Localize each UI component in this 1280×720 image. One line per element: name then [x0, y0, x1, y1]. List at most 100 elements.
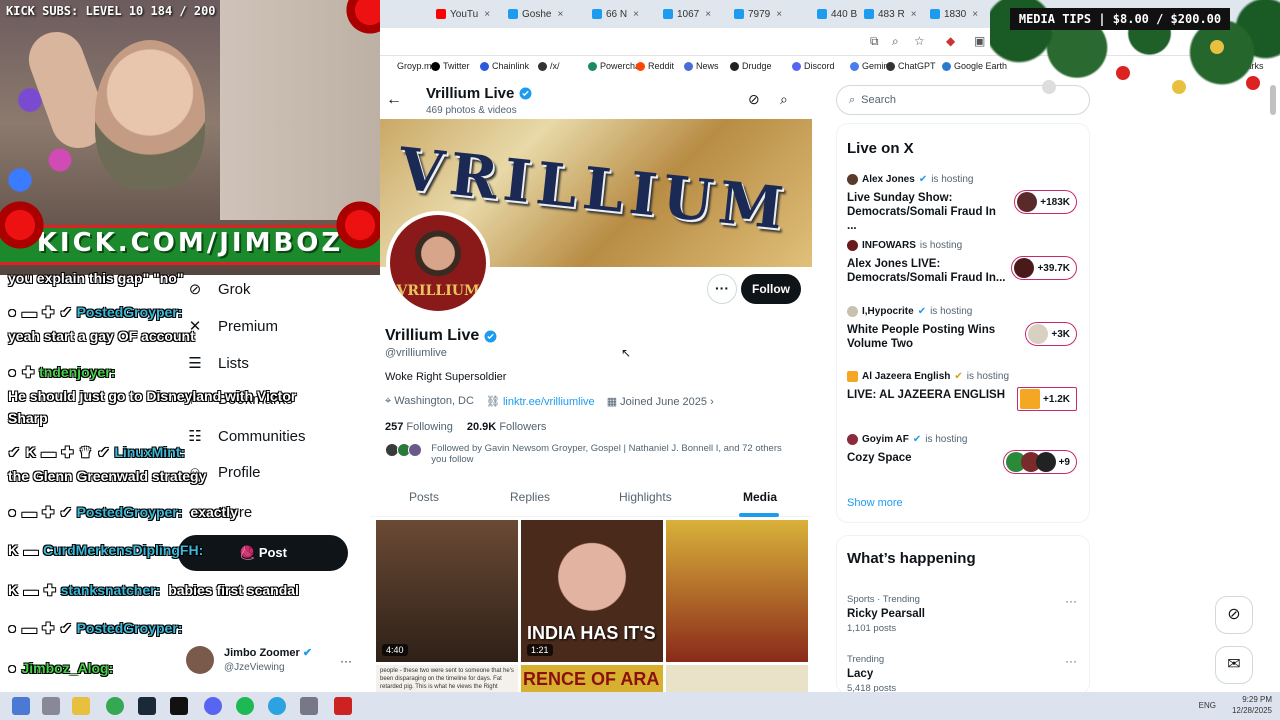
file-explorer-icon[interactable] — [72, 697, 90, 715]
live-listener-count[interactable]: +9 — [1002, 450, 1077, 474]
show-more-link[interactable]: Show more — [847, 497, 903, 509]
live-item[interactable]: INFOWARS is hosting Alex Jones LIVE: Demo… — [847, 240, 1083, 285]
followers-link[interactable]: 20.9K Followers — [467, 421, 547, 433]
browser-tab[interactable]: Goshe × — [508, 5, 563, 23]
media-thumbnail[interactable] — [666, 665, 808, 695]
webcam-feed: KICK SUBS: LEVEL 10 184 / 200 KICK.COM/J… — [0, 0, 380, 275]
media-thumbnail[interactable]: people - these two were sent to someone … — [376, 665, 518, 695]
tab-replies[interactable]: Replies — [510, 490, 550, 504]
tab-close-icon[interactable]: × — [972, 9, 978, 20]
tab-close-icon[interactable]: × — [557, 9, 563, 20]
live-item[interactable]: Alex Jones ✔ is hosting Live Sunday Show: … — [847, 174, 1083, 233]
bookmark-item[interactable]: Google Earth — [942, 61, 1007, 71]
bookmark-item[interactable]: Drudge — [730, 61, 772, 71]
bookmark-item[interactable]: Powerchat — [588, 61, 643, 71]
live-item[interactable]: Al Jazeera English ✔ is hosting LIVE: AL J… — [847, 371, 1083, 411]
trend-more-icon[interactable]: ··· — [1065, 654, 1077, 668]
bookmark-item[interactable]: Gemini — [850, 61, 891, 71]
tab-media[interactable]: Media — [743, 490, 777, 504]
scrollbar[interactable] — [1270, 85, 1276, 115]
chat-message: ● ▬ ✚ ✔ PostedGroyper: — [8, 304, 182, 321]
media-thumbnail[interactable]: 4:40 — [376, 520, 518, 662]
tab-posts[interactable]: Posts — [409, 490, 439, 504]
spotify-icon[interactable] — [236, 697, 254, 715]
live-item[interactable]: I,Hypocrite ✔ is hosting White People Post… — [847, 306, 1083, 351]
tab-close-icon[interactable]: × — [633, 9, 639, 20]
bookmark-item[interactable]: Twitter — [431, 61, 470, 71]
steam-icon[interactable] — [138, 697, 156, 715]
browser-tab[interactable]: 483 R × — [864, 5, 917, 23]
tab-close-icon[interactable]: × — [776, 9, 782, 20]
chat-message: ● ▬ ✚ ✔ PostedGroyper: — [8, 620, 182, 637]
tab-favicon-icon — [864, 9, 874, 19]
extensions-puzzle-icon[interactable]: ▣ — [974, 34, 985, 48]
live-listener-count[interactable]: +39.7K — [1011, 256, 1077, 280]
browser-tab[interactable]: 440 B× — [817, 5, 869, 23]
all-bookmarks[interactable]: All Bookmarks — [1206, 61, 1264, 71]
profile-link[interactable]: linktr.ee/vrilliumlive — [503, 396, 595, 408]
app-icon[interactable] — [300, 697, 318, 715]
trend-more-icon[interactable]: ··· — [1065, 594, 1077, 608]
extension-icon[interactable]: ◆ — [946, 34, 955, 48]
chat-username: stanksnatcher: — [60, 582, 161, 598]
telegram-icon[interactable] — [268, 697, 286, 715]
star-icon[interactable]: ☆ — [914, 34, 925, 48]
browser-tab[interactable]: 66 N × — [592, 5, 639, 23]
messages-fab-button[interactable]: ✉ — [1215, 646, 1253, 684]
tab-close-icon[interactable]: × — [705, 9, 711, 20]
tab-favicon-icon — [663, 9, 673, 19]
tab-close-icon[interactable]: × — [484, 9, 490, 20]
trend-item[interactable]: Trending Lacy 5,418 posts ··· — [847, 654, 1083, 694]
bookmark-item[interactable]: Discord — [792, 61, 835, 71]
back-arrow-icon[interactable]: ← — [386, 91, 402, 109]
media-thumbnail[interactable]: RENCE OF ARA — [521, 665, 663, 695]
follow-button[interactable]: Follow — [741, 274, 801, 304]
followed-by[interactable]: Followed by Gavin Newsom Groyper, Gospel… — [385, 443, 795, 465]
bookmark-item[interactable]: News — [684, 61, 719, 71]
bookmark-item[interactable]: /x/ — [538, 61, 560, 71]
obs-icon[interactable] — [204, 697, 222, 715]
live-listener-count[interactable]: +1.2K — [1017, 387, 1077, 411]
christmas-bow-icon — [0, 195, 50, 255]
profile-avatar[interactable]: VRILLIUM — [386, 211, 490, 315]
bookmark-item[interactable]: Reddit — [636, 61, 674, 71]
chat-message: ● ✚ tndenjoyer: — [8, 364, 115, 381]
app-icon[interactable] — [334, 697, 352, 715]
bookmark-item[interactable]: ChatGPT — [886, 61, 936, 71]
language-indicator[interactable]: ENG — [1199, 701, 1216, 710]
tab-favicon-icon — [930, 9, 940, 19]
install-icon[interactable]: ⧉ — [870, 34, 879, 49]
windows-start-icon[interactable] — [12, 697, 30, 715]
browser-tab[interactable]: YouTu × — [436, 5, 490, 23]
bookmark-item[interactable]: Groyp.me — [385, 61, 437, 71]
grok-fab-button[interactable]: ⊘ — [1215, 596, 1253, 634]
host-avatar — [847, 371, 858, 382]
windows-taskbar: ENG 9:29 PM 12/28/2025 — [0, 692, 1280, 720]
taskview-icon[interactable] — [42, 697, 60, 715]
ornament-icon — [1116, 66, 1130, 80]
tab-favicon-icon — [817, 9, 827, 19]
browser-tab[interactable]: 1830 × — [930, 5, 978, 23]
browser-tab[interactable]: 1067 × — [663, 5, 711, 23]
media-thumbnail[interactable]: INDIA HAS IT'S 1:21 — [521, 520, 663, 662]
live-listener-count[interactable]: +3K — [1025, 322, 1077, 346]
chat-username: CurdMerkensDiplingFH: — [43, 542, 204, 558]
browser-tab[interactable]: 7979 × — [734, 5, 782, 23]
chrome-icon[interactable] — [106, 697, 124, 715]
grok-icon[interactable]: ⊘ — [748, 91, 760, 108]
bookmark-item[interactable]: Chainlink — [480, 61, 529, 71]
address-bar[interactable]: ⧉ ⌕ ☆ ◆ ▣ — [380, 28, 1280, 56]
tab-highlights[interactable]: Highlights — [619, 490, 672, 504]
following-link[interactable]: 257 Following — [385, 421, 453, 433]
search-icon[interactable]: ⌕ — [780, 91, 788, 108]
zoom-icon[interactable]: ⌕ — [892, 34, 899, 49]
live-item[interactable]: Goyim AF ✔ is hosting Cozy Space +9 — [847, 434, 1083, 474]
chat-message: ● Jimboz_Alog: — [8, 660, 113, 676]
live-listener-count[interactable]: +183K — [1014, 190, 1077, 214]
media-thumbnail[interactable] — [666, 520, 808, 662]
system-clock[interactable]: 9:29 PM 12/28/2025 — [1232, 694, 1272, 716]
more-options-button[interactable]: ··· — [707, 274, 737, 304]
trend-item[interactable]: Sports · Trending Ricky Pearsall 1,101 p… — [847, 594, 1083, 634]
terminal-icon[interactable] — [170, 697, 188, 715]
tab-close-icon[interactable]: × — [911, 9, 917, 20]
